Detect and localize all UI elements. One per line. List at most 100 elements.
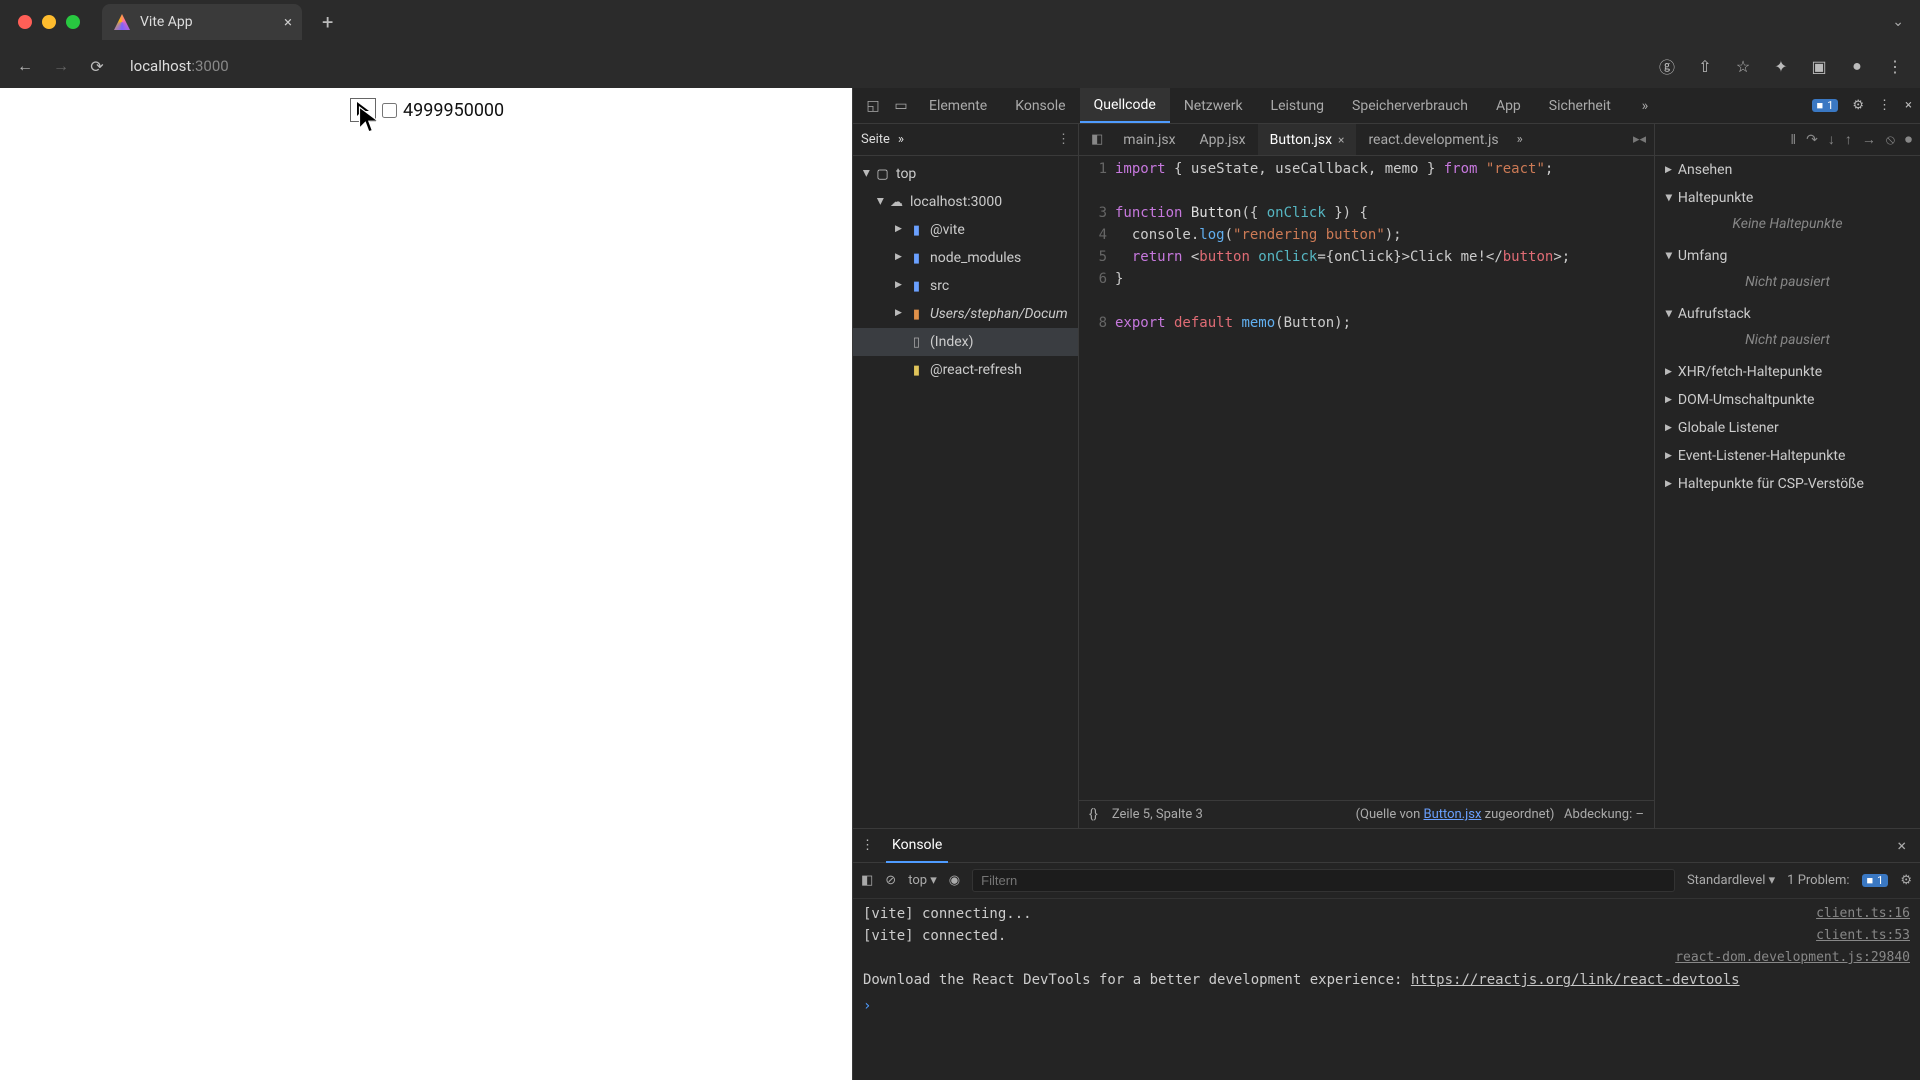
log-location-link[interactable]: react-dom.development.js:29840 [1675, 947, 1910, 969]
issue-badge[interactable]: ■ 1 [1812, 99, 1839, 112]
rendered-page: 4999950000 [0, 88, 852, 1080]
share-icon[interactable]: ⇧ [1696, 57, 1714, 75]
menu-icon[interactable]: ⋮ [1886, 57, 1904, 75]
sidebar-more-icon[interactable]: » [898, 132, 904, 147]
console-prompt-icon[interactable]: › [863, 998, 871, 1014]
tree-row-src[interactable]: ▶ ▮ src [853, 272, 1078, 300]
react-devtools-link[interactable]: https://reactjs.org/link/react-devtools [1411, 972, 1740, 988]
tree-row-react-refresh[interactable]: ▮ @react-refresh [853, 356, 1078, 384]
more-tabs-icon[interactable]: » [1631, 98, 1659, 114]
reload-icon[interactable]: ⟳ [88, 57, 106, 75]
tree-row-index[interactable]: ▯ (Index) [853, 328, 1078, 356]
sourcemap-link[interactable]: Button.jsx [1424, 807, 1482, 822]
editor-tab-button[interactable]: Button.jsx× [1258, 124, 1357, 155]
forward-icon[interactable]: → [52, 57, 70, 75]
section-event-listener[interactable]: ▶Event-Listener-Haltepunkte [1655, 442, 1920, 470]
editor-statusbar: {} Zeile 5, Spalte 3 (Quelle von Button.… [1079, 800, 1654, 828]
console-sidebar-icon[interactable]: ◧ [861, 873, 873, 888]
log-location-link[interactable]: client.ts:16 [1816, 903, 1910, 925]
code-editor[interactable]: 1 3 4 5 6 8 import { useState, useCallba… [1079, 156, 1654, 800]
translate-icon[interactable]: ⓖ [1658, 57, 1676, 75]
tree-row-origin[interactable]: ▶ ☁ localhost:3000 [853, 188, 1078, 216]
folder-icon: ▮ [909, 223, 924, 238]
disclosure-icon[interactable]: ▶ [895, 280, 903, 290]
new-tab-button[interactable]: + [312, 10, 343, 34]
address-bar[interactable]: localhost:3000 [130, 57, 229, 75]
device-toolbar-icon[interactable]: ▭ [887, 98, 915, 114]
disclosure-icon[interactable]: ▶ [861, 170, 871, 178]
tab-konsole[interactable]: Konsole [1001, 88, 1079, 123]
disclosure-icon[interactable]: ▶ [895, 224, 903, 234]
step-into-icon[interactable]: ↓ [1828, 131, 1835, 148]
tab-overflow-icon[interactable]: ⌄ [1892, 14, 1920, 30]
section-xhr[interactable]: ▶XHR/fetch-Haltepunkte [1655, 358, 1920, 386]
toggle-debugger-icon[interactable]: ▸◂ [1633, 132, 1646, 147]
step-out-icon[interactable]: ↑ [1845, 131, 1852, 148]
minimize-window-icon[interactable] [42, 15, 56, 29]
inspect-element-icon[interactable]: ◱ [859, 98, 887, 114]
disclosure-icon[interactable]: ▶ [875, 198, 885, 206]
tab-elemente[interactable]: Elemente [915, 88, 1001, 123]
tab-app[interactable]: App [1482, 88, 1535, 123]
kebab-menu-icon[interactable]: ⋮ [1878, 98, 1891, 113]
step-icon[interactable]: → [1862, 131, 1876, 148]
section-dom[interactable]: ▶DOM-Umschaltpunkte [1655, 386, 1920, 414]
maximize-window-icon[interactable] [66, 15, 80, 29]
section-callstack[interactable]: ▶Aufrufstack [1655, 300, 1920, 328]
profile-icon[interactable]: ● [1848, 57, 1866, 75]
section-csp[interactable]: ▶Haltepunkte für CSP-Verstöße [1655, 470, 1920, 498]
console-settings-icon[interactable]: ⚙ [1900, 873, 1912, 888]
pretty-print-icon[interactable]: {} [1089, 807, 1098, 822]
section-scope[interactable]: ▶Umfang [1655, 242, 1920, 270]
problem-count[interactable]: ■ 1 [1862, 874, 1889, 887]
console-filter-input[interactable] [972, 869, 1675, 892]
close-tab-icon[interactable]: × [1338, 133, 1344, 147]
increment-button[interactable] [350, 98, 376, 122]
tab-sicherheit[interactable]: Sicherheit [1535, 88, 1625, 123]
bookmark-icon[interactable]: ☆ [1734, 57, 1752, 75]
tab-speicherverbrauch[interactable]: Speicherverbrauch [1338, 88, 1482, 123]
log-level-select[interactable]: Standardlevel ▾ [1687, 873, 1775, 888]
console-tab[interactable]: Konsole [886, 829, 948, 863]
live-expression-icon[interactable]: ◉ [949, 873, 960, 888]
log-row: [vite] connected. client.ts:53 [863, 925, 1910, 947]
tree-row-top[interactable]: ▶ ▢ top [853, 160, 1078, 188]
close-tab-icon[interactable]: × [284, 13, 292, 31]
editor-tab-main[interactable]: main.jsx [1111, 124, 1187, 155]
sidebar-kebab-icon[interactable]: ⋮ [1057, 132, 1070, 147]
tab-quellcode[interactable]: Quellcode [1080, 88, 1170, 123]
editor-more-tabs-icon[interactable]: » [1517, 132, 1523, 147]
close-window-icon[interactable] [18, 15, 32, 29]
pause-exceptions-icon[interactable]: ⏺ [1905, 132, 1912, 148]
tree-row-node-modules[interactable]: ▶ ▮ node_modules [853, 244, 1078, 272]
close-drawer-icon[interactable]: × [1897, 836, 1912, 855]
deactivate-breakpoints-icon[interactable]: ⦸ [1886, 132, 1895, 148]
section-breakpoints[interactable]: ▶Haltepunkte [1655, 184, 1920, 212]
editor-pane: ◧ main.jsx App.jsx Button.jsx× react.dev… [1079, 124, 1654, 828]
clear-console-icon[interactable]: ⊘ [885, 873, 896, 888]
close-devtools-icon[interactable]: × [1905, 98, 1912, 113]
editor-tab-react-dev[interactable]: react.development.js [1356, 124, 1510, 155]
console-context[interactable]: top ▾ [908, 873, 937, 888]
pause-icon[interactable]: ‖ [1790, 131, 1796, 148]
toggle-checkbox[interactable] [382, 103, 397, 118]
tree-row-users[interactable]: ▶ ▮ Users/stephan/Docum [853, 300, 1078, 328]
editor-tab-app[interactable]: App.jsx [1188, 124, 1258, 155]
devtools-tabbar: ◱ ▭ Elemente Konsole Quellcode Netzwerk … [853, 88, 1920, 124]
toggle-navigator-icon[interactable]: ◧ [1083, 132, 1111, 147]
tree-row-vite[interactable]: ▶ ▮ @vite [853, 216, 1078, 244]
console-menu-icon[interactable]: ⋮ [861, 838, 874, 853]
settings-icon[interactable]: ⚙ [1852, 98, 1864, 113]
disclosure-icon[interactable]: ▶ [895, 252, 903, 262]
sidepanel-icon[interactable]: ▣ [1810, 57, 1828, 75]
section-global[interactable]: ▶Globale Listener [1655, 414, 1920, 442]
extensions-icon[interactable]: ✦ [1772, 57, 1790, 75]
tab-netzwerk[interactable]: Netzwerk [1170, 88, 1257, 123]
section-watch[interactable]: ▶Ansehen [1655, 156, 1920, 184]
browser-tab[interactable]: Vite App × [102, 4, 302, 40]
log-location-link[interactable]: client.ts:53 [1816, 925, 1910, 947]
step-over-icon[interactable]: ↷ [1806, 132, 1818, 148]
disclosure-icon[interactable]: ▶ [895, 308, 903, 318]
back-icon[interactable]: ← [16, 57, 34, 75]
tab-leistung[interactable]: Leistung [1257, 88, 1338, 123]
